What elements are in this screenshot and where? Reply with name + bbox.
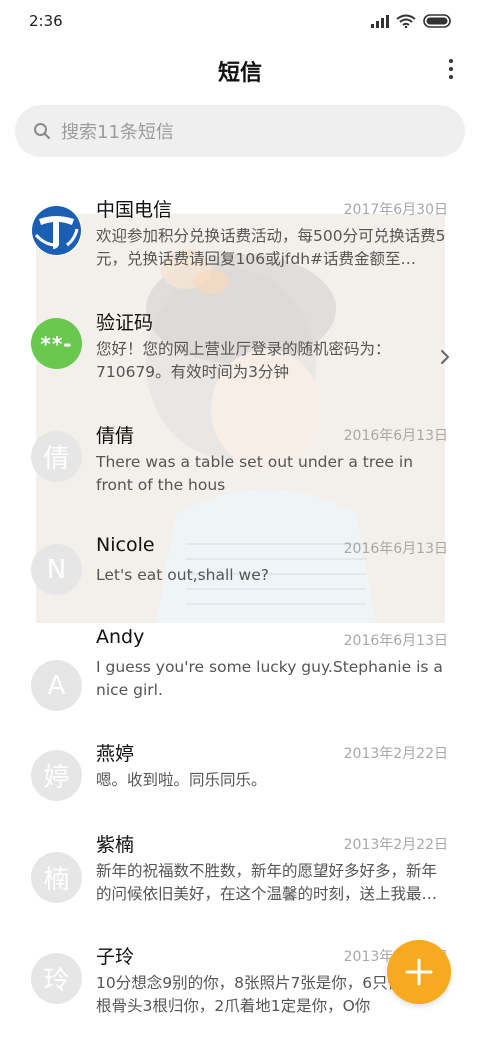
message-preview: I guess you're some lucky guy.Stephanie … (96, 658, 443, 699)
message-date: 2016年6月13日 (343, 428, 448, 444)
avatar: A (31, 660, 82, 711)
message-preview: 新年的祝福数不胜数，新年的愿望好多好多，新年的问候依旧美好，在这个温馨的时刻，送… (96, 862, 438, 903)
search-input[interactable]: 搜索11条短信 (15, 105, 465, 157)
chevron-right-icon (441, 350, 449, 364)
sender-name: Andy (96, 626, 145, 648)
message-date: 2016年6月13日 (343, 633, 448, 649)
page-title: 短信 (217, 61, 262, 86)
message-date: 2013年2月22日 (343, 746, 448, 762)
message-preview: 欢迎参加积分兑换话费活动，每500分可兑换话费5元，兑换话费请回复106或jfd… (96, 227, 446, 268)
more-dot-icon (449, 67, 453, 71)
message-date: 2013年2月22日 (343, 837, 448, 853)
message-preview: 嗯。收到啦。同乐同乐。 (96, 771, 267, 789)
more-dot-icon (449, 59, 453, 63)
sender-name: 倩倩 (96, 425, 135, 447)
sender-name: 紫楠 (96, 834, 135, 856)
avatar: 婷 (31, 750, 82, 801)
sender-name: 中国电信 (96, 199, 173, 221)
message-date: 2016年6月13日 (343, 541, 448, 557)
china-telecom-logo (31, 205, 82, 256)
message-preview: Let's eat out,shall we? (96, 566, 269, 584)
message-date: 2017年6月30日 (343, 202, 448, 218)
status-icons (371, 13, 453, 29)
wifi-icon (396, 14, 416, 28)
search-icon (34, 123, 51, 140)
more-dot-icon (449, 75, 453, 79)
message-item[interactable]: 楠 紫楠 2013年2月22日 新年的祝福数不胜数，新年的愿望好多好多，新年的问… (0, 830, 480, 943)
message-item[interactable]: **- 验证码 您好！您的网上营业厅登录的随机密码为：710679。有效时间为3… (0, 291, 480, 404)
sender-name: 验证码 (96, 312, 154, 334)
header: 短信 (0, 44, 480, 96)
status-bar: 2:36 (0, 0, 480, 42)
message-list: 中国电信 2017年6月30日 欢迎参加积分兑换话费活动，每500分可兑换话费5… (0, 178, 480, 1040)
message-preview: 您好！您的网上营业厅登录的随机密码为：710679。有效时间为3分钟 (96, 340, 391, 381)
new-message-button[interactable] (387, 940, 451, 1004)
avatar: 玲 (31, 953, 82, 1004)
more-options-button[interactable] (446, 56, 456, 82)
status-time: 2:36 (29, 12, 63, 30)
message-preview: There was a table set out under a tree i… (96, 453, 414, 494)
signal-icon (371, 14, 389, 28)
verification-code-avatar: **- (31, 318, 82, 369)
sender-name: 子玲 (96, 946, 135, 968)
avatar: 倩 (31, 431, 82, 482)
search-placeholder: 搜索11条短信 (61, 122, 174, 143)
message-item[interactable]: 中国电信 2017年6月30日 欢迎参加积分兑换话费活动，每500分可兑换话费5… (0, 178, 480, 291)
message-item[interactable]: 倩 倩倩 2016年6月13日 There was a table set ou… (0, 404, 480, 517)
message-item[interactable]: 婷 燕婷 2013年2月22日 嗯。收到啦。同乐同乐。 (0, 730, 480, 830)
sender-name: 燕婷 (96, 743, 135, 765)
plus-icon (405, 958, 433, 986)
battery-icon (423, 14, 451, 28)
sender-name: Nicole (96, 534, 155, 556)
message-item[interactable]: A Andy 2016年6月13日 I guess you're some lu… (0, 626, 480, 730)
avatar: N (31, 544, 82, 595)
message-item[interactable]: N Nicole 2016年6月13日 Let's eat out,shall … (0, 517, 480, 630)
avatar: 楠 (31, 852, 82, 903)
